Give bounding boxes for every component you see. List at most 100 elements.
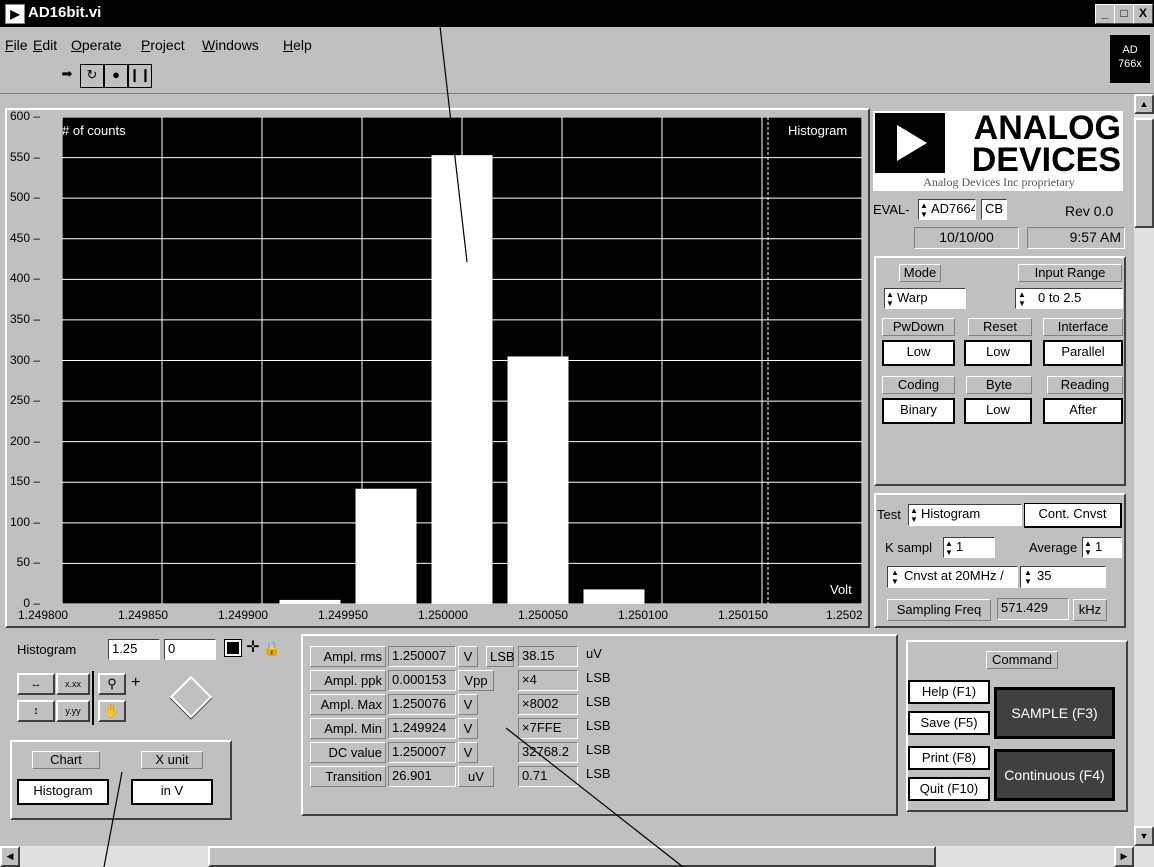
byte-button[interactable]: Low bbox=[964, 398, 1032, 424]
quit-button[interactable]: Quit (F10) bbox=[908, 777, 990, 801]
menu-file[interactable]: File bbox=[5, 37, 28, 53]
y-tick-label: 400 – bbox=[9, 271, 40, 286]
scroll-right-icon[interactable]: ▶ bbox=[1114, 846, 1134, 867]
pan-hand-icon[interactable]: ✋ bbox=[98, 700, 126, 722]
part-value: AD7664 bbox=[931, 201, 976, 216]
mode-selector[interactable]: ▲ ▼ Warp bbox=[884, 288, 966, 309]
cursor-x-value[interactable]: 1.25 bbox=[108, 639, 160, 660]
vertical-scroll-thumb[interactable] bbox=[1134, 118, 1154, 228]
test-label: Test bbox=[877, 507, 901, 522]
horizontal-scroll-thumb[interactable] bbox=[208, 846, 936, 867]
palette-divider bbox=[92, 671, 94, 725]
reading-button[interactable]: After bbox=[1043, 398, 1123, 424]
reset-button[interactable]: Low bbox=[964, 340, 1032, 366]
result-value: 26.901 bbox=[388, 766, 456, 787]
menu-bar: File Edit Operate Project Windows Help bbox=[0, 27, 1154, 59]
menu-project[interactable]: Project bbox=[141, 37, 185, 53]
close-button[interactable]: X bbox=[1133, 4, 1153, 24]
average-spinner-icon[interactable]: ▲ ▼ bbox=[1084, 539, 1092, 557]
menu-operate[interactable]: Operate bbox=[71, 37, 122, 53]
pwdown-button[interactable]: Low bbox=[882, 340, 955, 366]
divider-spinner-icon[interactable]: ▲ ▼ bbox=[1024, 568, 1032, 586]
k-sampl-value: 1 bbox=[956, 539, 964, 554]
k-sampl-input[interactable]: ▲ ▼ 1 bbox=[943, 537, 995, 558]
zoom-icon[interactable]: ⚲ bbox=[98, 673, 126, 695]
y-autoscale-icon[interactable]: ↕ bbox=[17, 700, 55, 722]
title-bar: ▶ AD16bit.vi _ □ X bbox=[0, 0, 1154, 27]
sample-button[interactable]: SAMPLE (F3) bbox=[994, 687, 1115, 739]
average-value: 1 bbox=[1095, 539, 1103, 554]
cnvst-selector[interactable]: ▲ ▼ Cnvst at 20MHz / bbox=[887, 566, 1018, 588]
print-button[interactable]: Print (F8) bbox=[908, 746, 990, 770]
input-range-spinner-icon[interactable]: ▲ ▼ bbox=[1018, 290, 1026, 308]
result-unit: V bbox=[458, 742, 478, 763]
k-sampl-spinner-icon[interactable]: ▲ ▼ bbox=[945, 539, 953, 557]
chart-type-button[interactable]: Histogram bbox=[17, 779, 109, 805]
mode-spinner-icon[interactable]: ▲ ▼ bbox=[886, 290, 894, 308]
test-spinner-icon[interactable]: ▲ ▼ bbox=[910, 506, 918, 524]
minimize-button[interactable]: _ bbox=[1095, 4, 1115, 24]
eval-suffix: CB bbox=[981, 199, 1007, 220]
vi-run-icon[interactable]: ▶ bbox=[5, 4, 25, 24]
y-format-button[interactable]: y.yy bbox=[56, 700, 90, 722]
result-lsb-unit: LSB bbox=[586, 742, 611, 757]
cont-cnvst-button[interactable]: Cont. Cnvst bbox=[1024, 503, 1122, 528]
result-value: 1.250007 bbox=[388, 742, 456, 763]
result-lsb-unit: LSB bbox=[586, 718, 611, 733]
cursor-style-icon[interactable] bbox=[225, 640, 241, 656]
eval-prefix: EVAL- bbox=[873, 202, 910, 217]
input-range-selector[interactable]: ▲ ▼ 0 to 2.5 bbox=[1015, 288, 1123, 309]
y-tick-label: 350 – bbox=[9, 311, 40, 326]
scroll-left-icon[interactable]: ◀ bbox=[0, 846, 20, 867]
part-selector[interactable]: ▲ ▼ AD7664 bbox=[918, 199, 976, 220]
x-format-button[interactable]: x.xx bbox=[56, 673, 90, 695]
menu-help[interactable]: Help bbox=[283, 37, 312, 53]
x-tick-label: 1.249950 bbox=[318, 608, 369, 622]
result-lsb-prefix: LSB bbox=[486, 646, 515, 667]
pwdown-label: PwDown bbox=[882, 318, 955, 336]
continuous-button[interactable]: Continuous (F4) bbox=[994, 749, 1115, 801]
help-button[interactable]: Help (F1) bbox=[908, 680, 990, 704]
average-input[interactable]: ▲ ▼ 1 bbox=[1082, 537, 1122, 558]
divider-input[interactable]: ▲ ▼ 35 bbox=[1020, 566, 1106, 588]
maximize-button[interactable]: □ bbox=[1114, 4, 1134, 24]
brand-tagline: Analog Devices Inc proprietary bbox=[923, 175, 1075, 189]
coding-button[interactable]: Binary bbox=[882, 398, 955, 424]
histogram-bar bbox=[355, 488, 417, 604]
menu-hotkey: E bbox=[33, 37, 43, 53]
cnvst-spinner-icon[interactable]: ▲ ▼ bbox=[891, 568, 899, 586]
menu-windows[interactable]: Windows bbox=[202, 37, 259, 53]
cnvst-value: Cnvst at 20MHz / bbox=[904, 568, 1004, 583]
vertical-scrollbar[interactable]: ▲ ▼ bbox=[1134, 94, 1154, 846]
menu-edit[interactable]: Edit bbox=[33, 37, 57, 53]
part-spinner-icon[interactable]: ▲ ▼ bbox=[920, 201, 928, 219]
run-continuously-icon[interactable]: ↻ bbox=[80, 64, 104, 88]
y-tick-label: 550 – bbox=[9, 149, 40, 164]
pause-icon[interactable]: ❙❙ bbox=[128, 64, 152, 88]
cursor-tool-icon[interactable]: + bbox=[131, 674, 140, 692]
horizontal-scrollbar[interactable]: ◀ ▶ bbox=[0, 846, 1154, 867]
reset-label: Reset bbox=[968, 318, 1032, 336]
scroll-up-icon[interactable]: ▲ bbox=[1134, 94, 1154, 114]
run-arrow-icon[interactable]: ➡ bbox=[56, 64, 78, 86]
divider-value: 35 bbox=[1037, 568, 1052, 583]
cursor-y-value[interactable]: 0 bbox=[164, 639, 216, 660]
histogram-bar bbox=[507, 356, 569, 604]
result-lsb-value: 32768.2 bbox=[518, 742, 578, 763]
x-unit-button[interactable]: in V bbox=[131, 779, 213, 805]
cursor-move-icon[interactable] bbox=[169, 675, 213, 719]
save-button[interactable]: Save (F5) bbox=[908, 711, 990, 735]
interface-button[interactable]: Parallel bbox=[1043, 340, 1123, 366]
crosshair-icon[interactable]: ✛ bbox=[243, 638, 263, 658]
histogram-plot-area[interactable]: # of counts Histogram Volt bbox=[62, 117, 862, 604]
sampling-freq-label: Sampling Freq bbox=[887, 599, 991, 621]
test-selector[interactable]: ▲ ▼ Histogram bbox=[908, 504, 1022, 526]
result-lsb-unit: LSB bbox=[586, 670, 611, 685]
lock-icon[interactable]: 🔒 bbox=[263, 638, 280, 658]
abort-icon[interactable]: ● bbox=[104, 64, 128, 88]
x-autoscale-icon[interactable]: ↔ bbox=[17, 673, 55, 695]
y-tick-label: 500 – bbox=[9, 190, 40, 205]
scroll-down-icon[interactable]: ▼ bbox=[1134, 826, 1154, 846]
test-value: Histogram bbox=[921, 506, 981, 521]
brand-analog: ANALOG bbox=[973, 109, 1121, 147]
